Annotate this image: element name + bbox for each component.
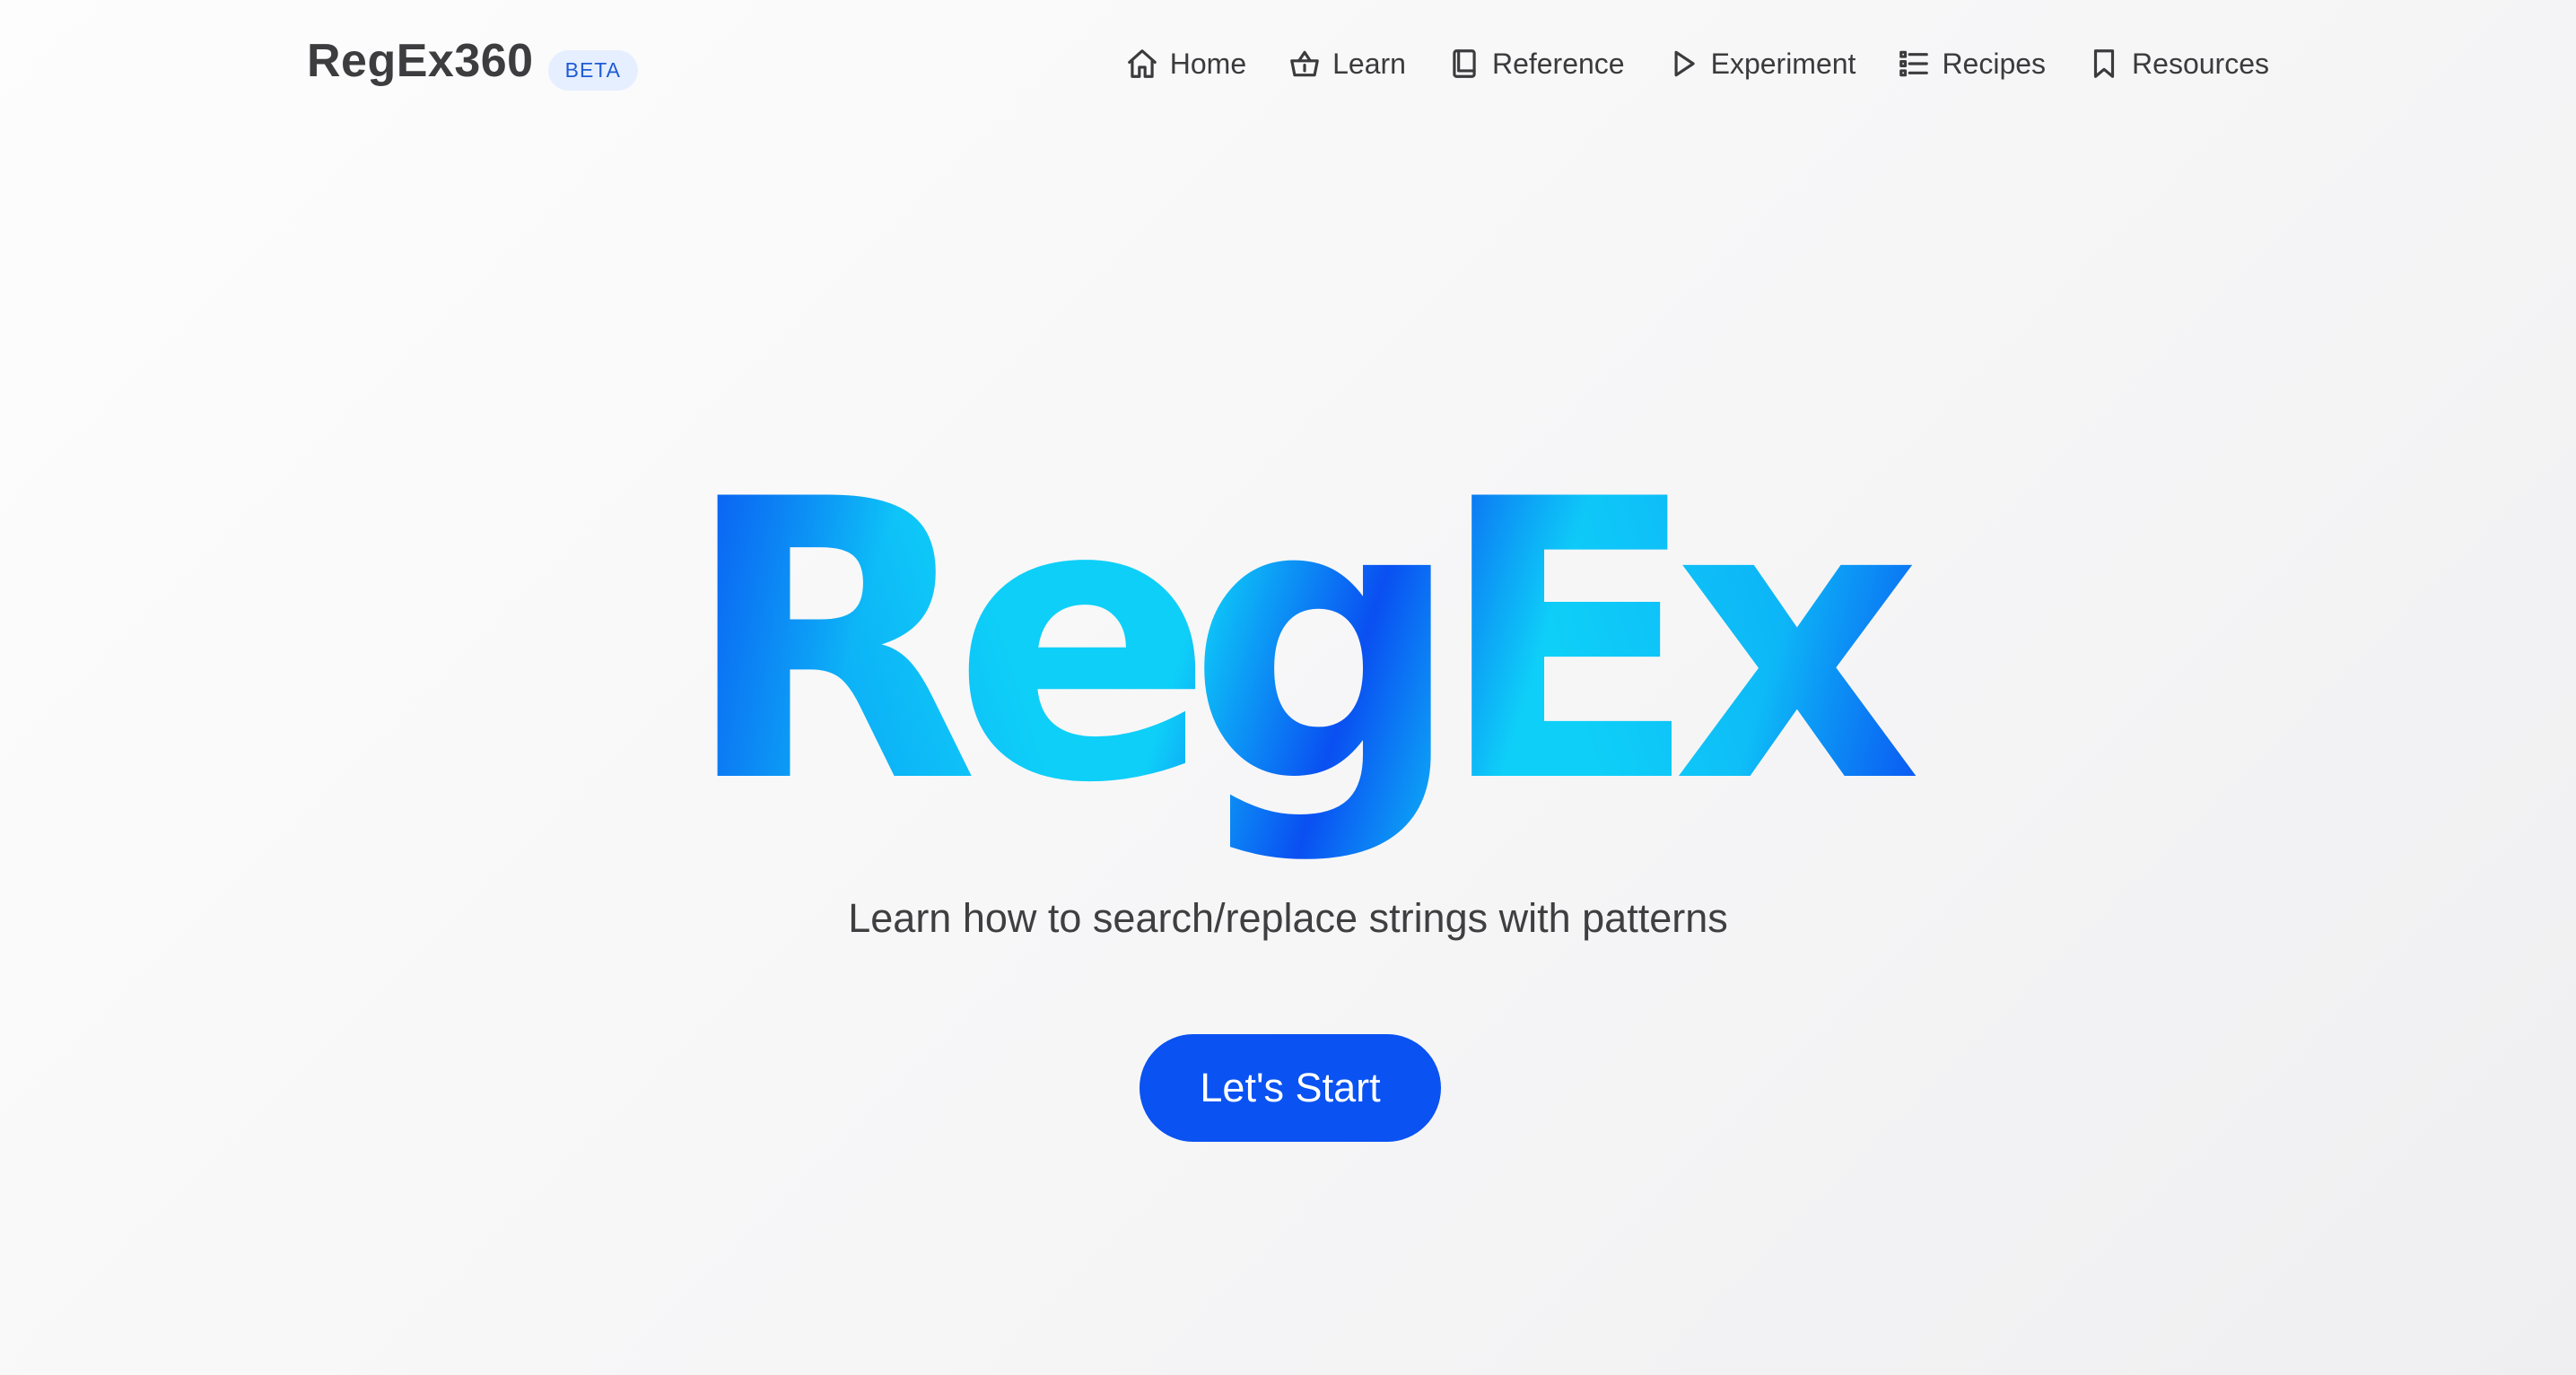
book-icon — [1453, 49, 1476, 78]
nav-label-recipes: Recipes — [1942, 47, 2047, 80]
nav-label-learn: Learn — [1332, 47, 1406, 80]
nav-label-home: Home — [1169, 47, 1247, 80]
nav-item-learn[interactable]: Learn — [1288, 47, 1406, 81]
regex-logo: RegEx RegEx — [682, 466, 1917, 861]
brand[interactable]: RegEx360 BETA — [307, 30, 638, 91]
main-nav: Home Learn Reference Experiment Recipes … — [1084, 47, 2269, 81]
logo-wordmark-sheen: RegEx — [682, 466, 1917, 861]
nav-label-experiment: Experiment — [1710, 47, 1856, 80]
nav-item-home[interactable]: Home — [1125, 47, 1246, 81]
bookmark-icon — [2093, 49, 2115, 78]
nav-item-experiment[interactable]: Experiment — [1666, 47, 1856, 81]
basket-icon — [1290, 50, 1319, 77]
nav-item-recipes[interactable]: Recipes — [1897, 47, 2046, 81]
nav-item-reference[interactable]: Reference — [1447, 47, 1625, 81]
play-icon — [1674, 50, 1695, 77]
beta-badge: BETA — [547, 50, 638, 91]
nav-label-resources: Resources — [2132, 47, 2269, 80]
nav-item-resources[interactable]: Resources — [2087, 47, 2269, 81]
hero-tagline: Learn how to search/replace strings with… — [848, 895, 1728, 941]
hero-section: RegEx RegEx — [0, 466, 2576, 861]
home-icon — [1127, 49, 1157, 78]
nav-label-reference: Reference — [1491, 47, 1625, 80]
lets-start-button[interactable]: Let's Start — [1140, 1034, 1441, 1142]
brand-name[interactable]: RegEx360 — [307, 34, 534, 88]
top-navigation-bar: RegEx360 BETA Home Learn Reference Exper… — [0, 0, 2576, 144]
list-icon — [1899, 50, 1929, 77]
